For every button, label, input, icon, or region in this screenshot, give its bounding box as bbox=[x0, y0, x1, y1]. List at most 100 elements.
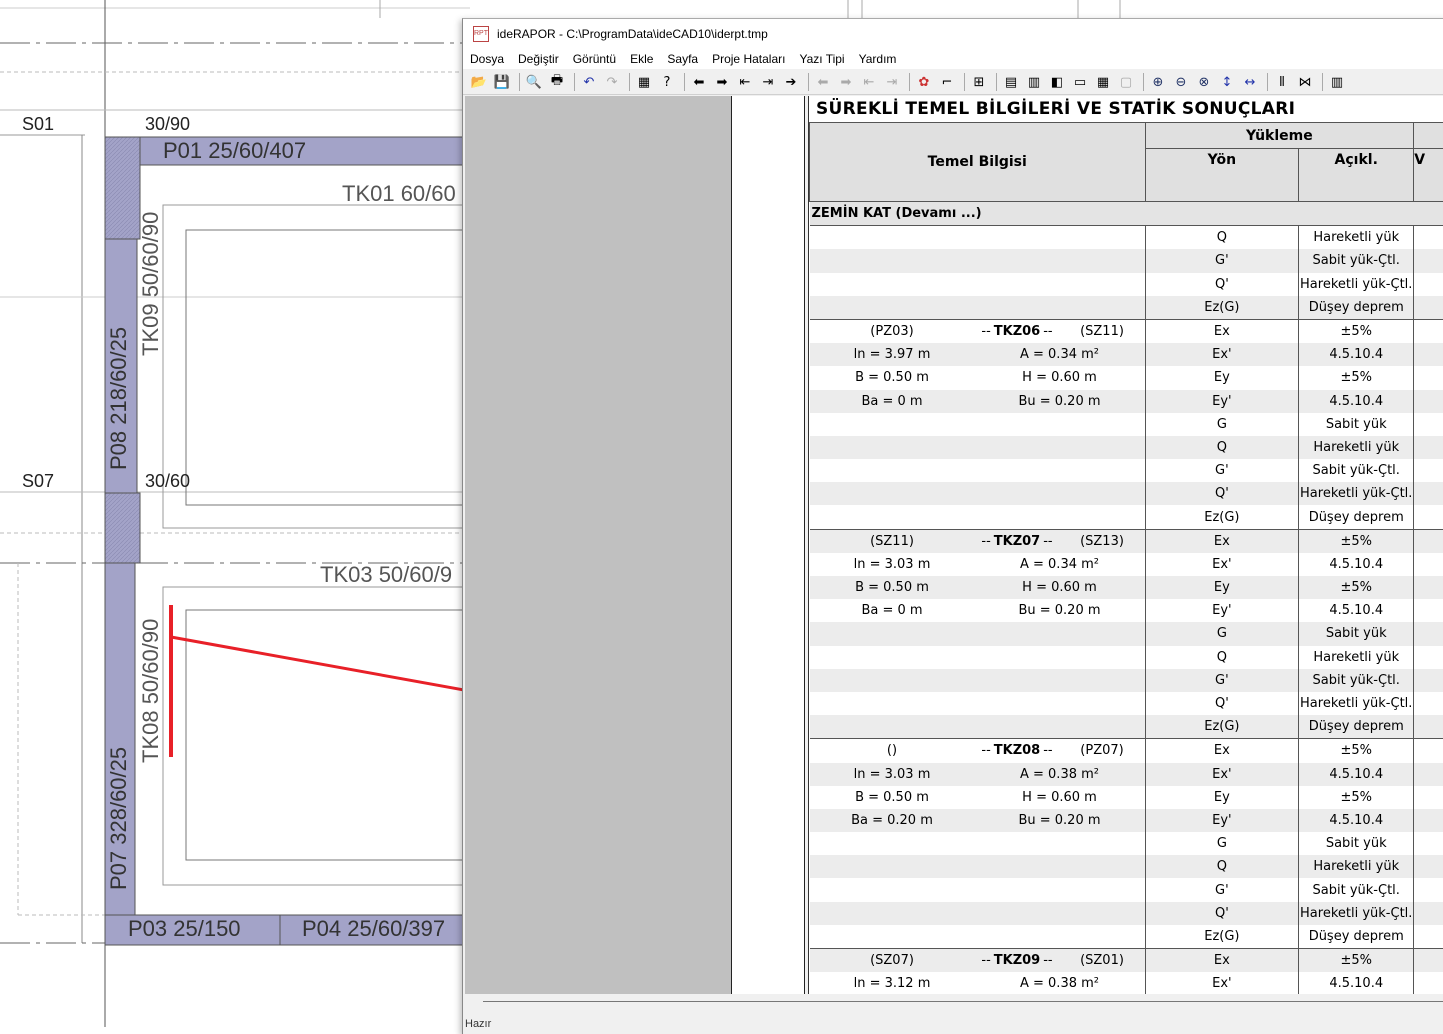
temel-cell bbox=[810, 878, 1146, 901]
next-col-cell bbox=[1414, 249, 1443, 272]
yon-cell: Ez(G) bbox=[1145, 925, 1299, 949]
temel-cell bbox=[810, 413, 1146, 436]
page-left-icon[interactable]: ▥ bbox=[1024, 72, 1044, 92]
menu-sayfa[interactable]: Sayfa bbox=[660, 52, 705, 66]
first-page-icon[interactable]: ⇤ bbox=[735, 72, 755, 92]
open-folder-icon[interactable]: 📂 bbox=[469, 72, 489, 92]
next-col-cell bbox=[1414, 343, 1443, 366]
zoom-out-icon[interactable]: ⊖ bbox=[1171, 72, 1191, 92]
next-col-cell bbox=[1414, 553, 1443, 576]
next-col-cell bbox=[1414, 366, 1443, 389]
dash: -- bbox=[1043, 324, 1052, 339]
beam-label-tk08: TK08 50/60/90 bbox=[140, 619, 162, 763]
columns-icon[interactable]: ⫴ bbox=[1272, 72, 1292, 92]
group-ba: Ba = 0 m bbox=[810, 603, 975, 618]
group-area: A = 0.34 m² bbox=[975, 557, 1145, 572]
aciklama-cell: 4.5.10.4 bbox=[1299, 972, 1414, 994]
page-bottom-icon[interactable]: ▭ bbox=[1070, 72, 1090, 92]
table-row: QHareketli yük bbox=[810, 436, 1443, 459]
redo-icon[interactable]: ↷ bbox=[602, 72, 622, 92]
page-top-icon[interactable]: ▤ bbox=[1001, 72, 1021, 92]
menu-ekle[interactable]: Ekle bbox=[623, 52, 660, 66]
menu-yardim[interactable]: Yardım bbox=[852, 52, 904, 66]
last-page-icon[interactable]: ⇥ bbox=[758, 72, 778, 92]
calculator-icon[interactable]: ▦ bbox=[634, 72, 654, 92]
menu-dosya[interactable]: Dosya bbox=[463, 52, 511, 66]
grid-icon[interactable]: ▥ bbox=[1327, 72, 1347, 92]
beam-label-tk09: TK09 50/60/90 bbox=[140, 212, 162, 356]
zoom-in-icon[interactable]: ⊕ bbox=[1148, 72, 1168, 92]
page-right-icon[interactable]: ◧ bbox=[1047, 72, 1067, 92]
last-disabled-icon[interactable]: ⇥ bbox=[882, 72, 902, 92]
yon-cell: Q' bbox=[1145, 273, 1299, 296]
toolbar-separator bbox=[1267, 73, 1268, 91]
table-row: Ba = 0.20 mBu = 0.20 mEy'4.5.10.4 bbox=[810, 809, 1443, 832]
menu-yazi-tipi[interactable]: Yazı Tipi bbox=[792, 52, 851, 66]
yon-cell: Ex bbox=[1145, 319, 1299, 343]
first-disabled-icon[interactable]: ⇤ bbox=[859, 72, 879, 92]
aciklama-cell: Hareketli yük bbox=[1299, 226, 1414, 250]
next-col-cell bbox=[1414, 855, 1443, 878]
undo-icon[interactable]: ↶ bbox=[579, 72, 599, 92]
table-row: B = 0.50 mH = 0.60 mEy±5% bbox=[810, 786, 1443, 809]
width-icon[interactable]: ↔ bbox=[1240, 72, 1260, 92]
settings-icon[interactable]: ✿ bbox=[914, 72, 934, 92]
table-row: G'Sabit yük-Çtl. bbox=[810, 459, 1443, 482]
yon-cell: Ex bbox=[1145, 529, 1299, 553]
temel-cell bbox=[810, 249, 1146, 272]
temel-cell bbox=[810, 692, 1146, 715]
help-icon[interactable]: ? bbox=[657, 72, 677, 92]
table-row: QHareketli yük bbox=[810, 855, 1443, 878]
goto-page-icon[interactable]: ➔ bbox=[781, 72, 801, 92]
table-row: Ez(G)Düşey deprem bbox=[810, 505, 1443, 529]
menu-goruntu[interactable]: Görüntü bbox=[566, 52, 623, 66]
beam-label-p08: P08 218/60/25 bbox=[108, 327, 130, 470]
aciklama-cell: 4.5.10.4 bbox=[1299, 553, 1414, 576]
group-name: --TKZ06-- bbox=[975, 324, 1060, 339]
toolbar-separator bbox=[629, 73, 630, 91]
yon-cell: G' bbox=[1145, 669, 1299, 692]
beam-label-p07: P07 328/60/25 bbox=[108, 747, 130, 890]
group-name-text: TKZ06 bbox=[994, 324, 1040, 339]
save-icon[interactable]: 💾 bbox=[492, 72, 512, 92]
report-table: Temel Bilgisi Yükleme Yön Açıkl. V ZEMİN… bbox=[809, 122, 1443, 994]
report-page[interactable]: SÜREKLİ TEMEL BİLGİLERİ VE STATİK SONUÇL… bbox=[808, 96, 1443, 994]
table-icon[interactable]: ▦ bbox=[1093, 72, 1113, 92]
arrow-left-disabled-icon[interactable]: ⬅ bbox=[813, 72, 833, 92]
temel-cell: Ba = 0 mBu = 0.20 m bbox=[810, 390, 1146, 413]
table-row: Q'Hareketli yük-Çtl. bbox=[810, 692, 1443, 715]
next-col-cell bbox=[1414, 436, 1443, 459]
align-icon[interactable]: ↕ bbox=[1217, 72, 1237, 92]
toolbar-separator bbox=[684, 73, 685, 91]
arrow-right-icon[interactable]: ➡ bbox=[712, 72, 732, 92]
table-disabled-icon[interactable]: ▢ bbox=[1116, 72, 1136, 92]
ideRAPOR-app-icon: RPT bbox=[473, 26, 489, 42]
next-col-cell bbox=[1414, 902, 1443, 925]
page-break-icon[interactable]: ⌐ bbox=[937, 72, 957, 92]
temel-cell bbox=[810, 436, 1146, 459]
arrow-right-disabled-icon[interactable]: ➡ bbox=[836, 72, 856, 92]
menu-proje-hatalari[interactable]: Proje Hataları bbox=[705, 52, 792, 66]
table-row: Q'Hareketli yük-Çtl. bbox=[810, 482, 1443, 505]
aciklama-cell: Hareketli yük-Çtl. bbox=[1299, 482, 1414, 505]
structure-icon[interactable]: ⊞ bbox=[969, 72, 989, 92]
print-icon[interactable]: 🖶 bbox=[547, 72, 567, 92]
temel-cell bbox=[810, 902, 1146, 925]
title-bar[interactable]: RPT ideRAPOR - C:\ProgramData\ideCAD10\i… bbox=[463, 19, 1443, 49]
temel-cell: Ba = 0 mBu = 0.20 m bbox=[810, 599, 1146, 622]
arrow-left-icon[interactable]: ⬅ bbox=[689, 72, 709, 92]
next-col-cell bbox=[1414, 505, 1443, 529]
temel-cell bbox=[810, 855, 1146, 878]
yon-cell: G' bbox=[1145, 459, 1299, 482]
group-h: H = 0.60 m bbox=[975, 580, 1145, 595]
aciklama-cell: Hareketli yük-Çtl. bbox=[1299, 692, 1414, 715]
report-window[interactable]: RPT ideRAPOR - C:\ProgramData\ideCAD10\i… bbox=[462, 18, 1443, 1034]
zoom-fit-icon[interactable]: ⊗ bbox=[1194, 72, 1214, 92]
menu-degistir[interactable]: Değiştir bbox=[511, 52, 566, 66]
split-icon[interactable]: ⋈ bbox=[1295, 72, 1315, 92]
temel-cell: ln = 3.03 mA = 0.34 m² bbox=[810, 553, 1146, 576]
temel-cell: ln = 3.12 mA = 0.38 m² bbox=[810, 972, 1146, 994]
temel-cell bbox=[810, 459, 1146, 482]
next-col-cell bbox=[1414, 273, 1443, 296]
print-preview-icon[interactable]: 🔍 bbox=[524, 72, 544, 92]
